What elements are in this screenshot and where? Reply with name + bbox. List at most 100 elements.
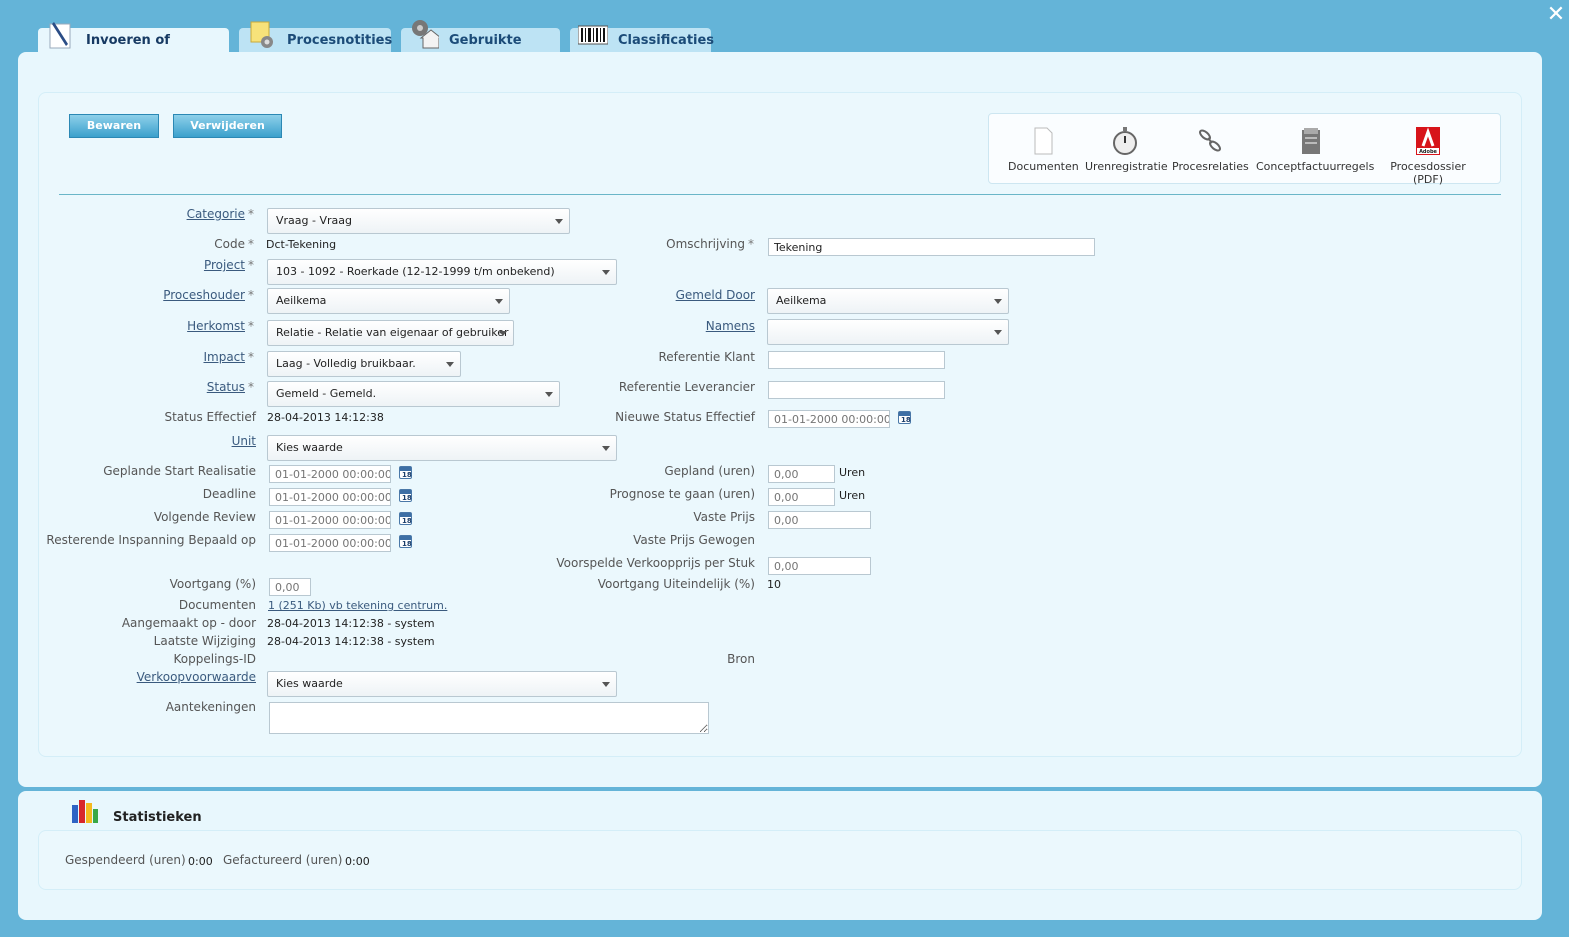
deadline-input[interactable] bbox=[269, 488, 391, 506]
proceshouder-label[interactable]: Proceshouder * bbox=[163, 288, 254, 302]
tab-gebruikte-units[interactable]: Gebruikte Units bbox=[401, 20, 560, 73]
required-mark: * bbox=[748, 237, 754, 251]
impact-label[interactable]: Impact * bbox=[203, 350, 254, 364]
gemeld-door-label[interactable]: Gemeld Door bbox=[676, 288, 755, 302]
tool-urenregistratie[interactable]: Urenregistratie bbox=[1085, 126, 1168, 173]
categorie-select[interactable]: Vraag - Vraag bbox=[267, 208, 570, 234]
tab-label: Classificaties bbox=[618, 33, 715, 48]
note-gear-icon bbox=[250, 21, 273, 48]
barcode-icon bbox=[578, 25, 608, 45]
required-mark: * bbox=[248, 288, 254, 302]
voortgang-uiteindelijk-value: 10 bbox=[767, 578, 781, 591]
tab-invoeren-of-wijzigen[interactable]: Invoeren of wijzigen bbox=[38, 22, 229, 73]
referentie-leverancier-label: Referentie Leverancier bbox=[618, 380, 755, 394]
tool-documenten[interactable]: Documenten bbox=[1008, 126, 1079, 173]
unit-label[interactable]: Unit bbox=[232, 434, 256, 448]
tool-procesrelaties[interactable]: Procesrelaties bbox=[1172, 126, 1249, 173]
referentie-leverancier-input[interactable] bbox=[768, 381, 945, 399]
deadline-label: Deadline bbox=[202, 487, 256, 501]
voorspelde-verkoopprijs-input[interactable] bbox=[768, 557, 871, 575]
project-label[interactable]: Project * bbox=[204, 258, 254, 272]
prognose-input[interactable] bbox=[768, 488, 835, 506]
unit-select[interactable]: Kies waarde bbox=[267, 435, 617, 461]
herkomst-label[interactable]: Herkomst * bbox=[187, 319, 254, 333]
status-select[interactable]: Gemeld - Gemeld. bbox=[267, 381, 560, 407]
omschrijving-label: Omschrijving * bbox=[666, 237, 754, 251]
verkoopvoorwaarde-select[interactable]: Kies waarde bbox=[267, 671, 617, 697]
aangemaakt-label: Aangemaakt op - door bbox=[121, 616, 256, 630]
impact-select[interactable]: Laag - Volledig bruikbaar. bbox=[267, 351, 461, 377]
prognose-label: Prognose te gaan (uren) bbox=[609, 487, 755, 501]
required-mark: * bbox=[248, 380, 254, 394]
voortgang-label: Voortgang (%) bbox=[169, 577, 256, 591]
calendar-icon[interactable]: 18 bbox=[399, 466, 412, 479]
documenten-link[interactable]: 1 (251 Kb) vb tekening centrum. bbox=[268, 599, 447, 612]
aantekeningen-textarea[interactable] bbox=[269, 702, 709, 734]
referentie-klant-label: Referentie Klant bbox=[658, 350, 755, 364]
laatste-wijziging-value: 28-04-2013 14:12:38 - system bbox=[267, 635, 435, 648]
close-icon[interactable]: ✕ bbox=[1545, 4, 1567, 26]
house-gear-icon bbox=[412, 20, 439, 49]
required-mark: * bbox=[248, 237, 254, 251]
project-select[interactable]: 103 - 1092 - Roerkade (12-12-1999 t/m on… bbox=[267, 259, 617, 285]
tool-label: Procesdossier (PDF) bbox=[1390, 160, 1466, 186]
status-effectief-label: Status Effectief bbox=[164, 410, 256, 424]
calendar-icon[interactable]: 18 bbox=[399, 489, 412, 502]
tool-conceptfactuurregels[interactable]: Conceptfactuurregels bbox=[1256, 126, 1374, 173]
verkoopvoorwaarde-label[interactable]: Verkoopvoorwaarde bbox=[137, 670, 256, 684]
chain-link-icon bbox=[1199, 129, 1221, 152]
required-mark: * bbox=[248, 319, 254, 333]
tool-label: Conceptfactuurregels bbox=[1256, 160, 1375, 173]
namens-select[interactable] bbox=[767, 319, 1009, 345]
koppelings-id-label: Koppelings-ID bbox=[173, 652, 256, 666]
bar-chart-icon bbox=[72, 800, 98, 823]
gepland-uren-input[interactable] bbox=[768, 465, 835, 483]
categorie-label[interactable]: Categorie * bbox=[187, 207, 254, 221]
gepland-uren-unit: Uren bbox=[839, 466, 866, 479]
tab-label: Procesnotities bbox=[287, 33, 393, 48]
prognose-unit: Uren bbox=[839, 489, 866, 502]
volgende-review-input[interactable] bbox=[269, 511, 391, 529]
tool-label: Procesrelaties bbox=[1172, 160, 1249, 173]
voortgang-input[interactable] bbox=[269, 578, 311, 596]
omschrijving-input[interactable] bbox=[768, 238, 1095, 256]
proceshouder-select[interactable]: Aeilkema bbox=[267, 288, 510, 314]
nieuwe-status-effectief-input[interactable] bbox=[768, 410, 890, 428]
nieuwe-status-effectief-label: Nieuwe Status Effectief bbox=[615, 410, 755, 424]
save-button[interactable]: Bewaren bbox=[69, 114, 159, 138]
code-value: Dct-Tekening bbox=[266, 238, 337, 251]
vaste-prijs-input[interactable] bbox=[768, 511, 871, 529]
delete-button[interactable]: Verwijderen bbox=[173, 114, 282, 138]
gespendeerd-value: 0:00 bbox=[188, 855, 213, 868]
geplande-start-input[interactable] bbox=[269, 465, 391, 483]
namens-label[interactable]: Namens bbox=[706, 319, 755, 333]
tab-procesnotities[interactable]: Procesnotities bbox=[239, 21, 393, 53]
laatste-wijziging-label: Laatste Wijziging bbox=[153, 634, 256, 648]
tab-classificaties[interactable]: Classificaties bbox=[570, 25, 715, 53]
calendar-icon[interactable]: 18 bbox=[399, 535, 412, 548]
divider bbox=[59, 194, 1501, 195]
voorspelde-verkoopprijs-label: Voorspelde Verkoopprijs per Stuk bbox=[556, 556, 755, 570]
voortgang-uiteindelijk-label: Voortgang Uiteindelijk (%) bbox=[597, 577, 755, 591]
calendar-icon[interactable]: 18 bbox=[898, 411, 911, 424]
aangemaakt-value: 28-04-2013 14:12:38 - system bbox=[267, 617, 435, 630]
referentie-klant-input[interactable] bbox=[768, 351, 945, 369]
bron-label: Bron bbox=[727, 652, 755, 666]
document-icon bbox=[1034, 127, 1053, 155]
resterende-inspanning-input[interactable] bbox=[269, 534, 391, 552]
gespendeerd-label: Gespendeerd (uren) bbox=[65, 853, 186, 867]
stopwatch-icon bbox=[1113, 127, 1137, 155]
status-effectief-value: 28-04-2013 14:12:38 bbox=[267, 411, 384, 424]
invoice-stack-icon bbox=[1302, 128, 1320, 154]
status-label[interactable]: Status * bbox=[207, 380, 254, 394]
required-mark: * bbox=[248, 207, 254, 221]
code-label: Code * bbox=[214, 237, 254, 251]
gemeld-door-select[interactable]: Aeilkema bbox=[767, 288, 1009, 314]
geplande-start-label: Geplande Start Realisatie bbox=[103, 464, 256, 478]
statistics-title: Statistieken bbox=[113, 810, 202, 825]
calendar-icon[interactable]: 18 bbox=[399, 512, 412, 525]
tool-procesdossier-pdf[interactable]: Adobe Procesdossier (PDF) bbox=[1376, 126, 1480, 186]
required-mark: * bbox=[248, 350, 254, 364]
herkomst-select[interactable]: Relatie - Relatie van eigenaar of gebrui… bbox=[267, 320, 514, 346]
documenten-label: Documenten bbox=[178, 598, 256, 612]
